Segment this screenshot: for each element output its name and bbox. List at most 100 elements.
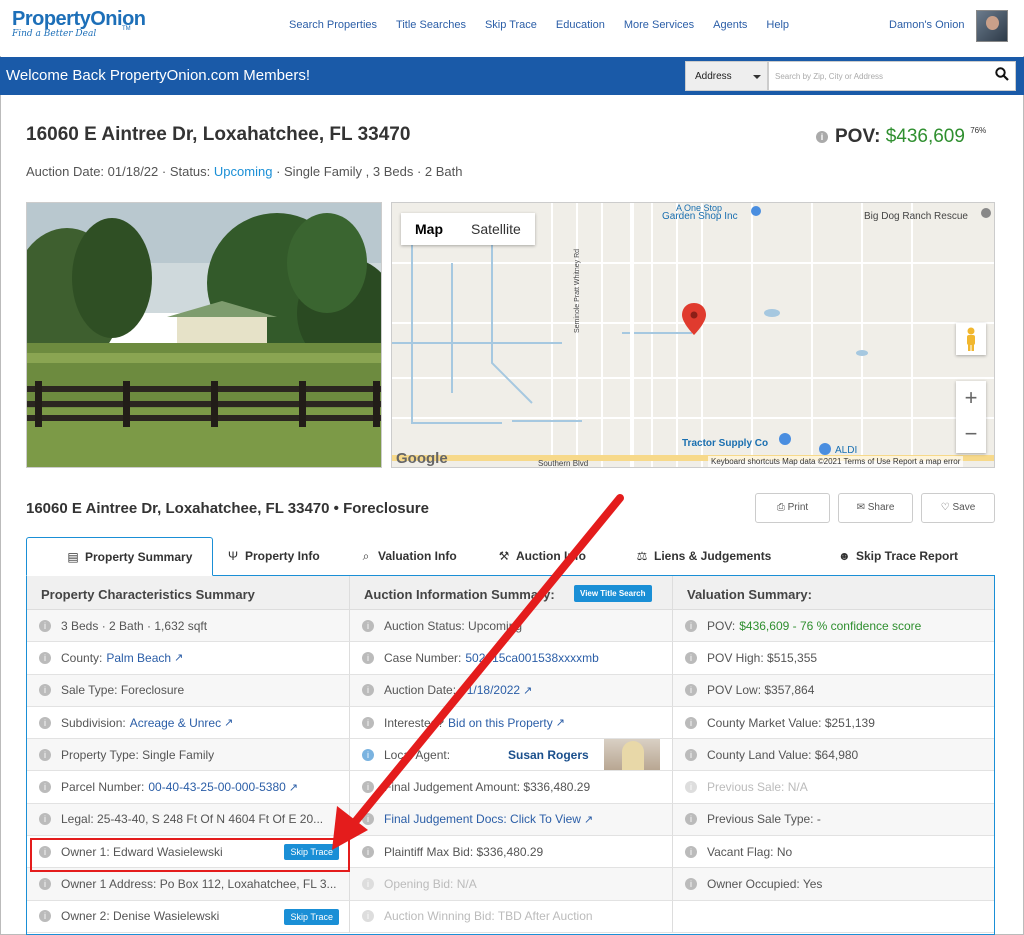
map-label-aldi: ALDI [835, 445, 858, 456]
external-link-icon[interactable]: ↗ [556, 716, 565, 729]
pov-confidence: $436,609 - 76 % confidence score [739, 618, 922, 633]
tab-property-summary[interactable]: ▤ Property Summary [26, 537, 213, 576]
info-icon[interactable]: i [39, 910, 51, 923]
map-label-big-dog: Big Dog Ranch Rescue [864, 211, 968, 222]
nav-title-searches[interactable]: Title Searches [396, 19, 466, 31]
external-link-icon[interactable]: ↗ [224, 716, 233, 729]
nav-search-properties[interactable]: Search Properties [289, 19, 377, 31]
info-icon[interactable]: i [685, 619, 697, 632]
auction-column: Auction Information Summary: View Title S… [350, 576, 673, 933]
property-address: 16060 E Aintree Dr, Loxahatchee, FL 3347… [26, 124, 411, 145]
info-icon[interactable]: i [39, 716, 51, 729]
nav-help[interactable]: Help [766, 19, 789, 31]
info-icon[interactable]: i [362, 748, 374, 761]
characteristics-rows: i3 Beds · 2 Bath · 1,632 sqft i County: Pa… [27, 610, 350, 933]
judgement-docs-link[interactable]: Final Judgement Docs: Click To View [384, 812, 581, 826]
info-icon[interactable]: i [685, 716, 697, 729]
county-link[interactable]: Palm Beach [106, 651, 171, 665]
info-icon[interactable]: i [362, 651, 374, 664]
map-tab-map[interactable]: Map [401, 213, 457, 245]
agent-photo[interactable] [604, 739, 660, 771]
info-icon[interactable]: i [685, 781, 697, 794]
property-photo[interactable] [26, 202, 382, 468]
search-input[interactable]: Search by Zip, City or Address [768, 61, 1016, 91]
info-icon[interactable]: i [39, 748, 51, 761]
list-item: i Final Judgement Amount: $336,480.29 [350, 771, 673, 804]
nav-agents[interactable]: Agents [713, 19, 747, 31]
property-details: · Single Family , 3 Beds · 2 Bath [276, 164, 463, 179]
info-icon[interactable]: i [362, 619, 374, 632]
tab-valuation-info[interactable]: ⌕ Valuation Info [360, 537, 457, 576]
view-title-search-button[interactable]: View Title Search [574, 585, 652, 602]
nav-skip-trace[interactable]: Skip Trace [485, 19, 537, 31]
row-label: POV Low: $357,864 [707, 683, 815, 698]
pegman-icon[interactable] [956, 323, 986, 355]
characteristics-column: Property Characteristics Summary i 3 Beds… [27, 576, 350, 933]
bid-link[interactable]: Bid on this Property [448, 716, 553, 730]
info-icon[interactable]: i [685, 748, 697, 761]
list-item: i Owner 1 Address: Po Box 112, Loxahatche… [27, 868, 350, 901]
search-type-select[interactable]: Address [685, 61, 768, 91]
pov-percent: 76% [970, 126, 987, 135]
zoom-in-button[interactable]: + [956, 381, 986, 417]
info-icon[interactable]: i [362, 878, 374, 891]
info-icon[interactable]: i [362, 910, 374, 923]
info-icon[interactable]: i [39, 781, 51, 794]
info-icon[interactable]: i [816, 130, 828, 143]
skip-trace-button[interactable]: Skip Trace [284, 908, 339, 925]
row-label: County Market Value: $251,139 [707, 715, 875, 730]
external-link-icon[interactable]: ↗ [523, 684, 532, 697]
row-label: Owner 2: Denise Wasielewski [61, 909, 220, 924]
info-icon[interactable]: i [39, 651, 51, 664]
search-icon[interactable] [995, 67, 1009, 81]
property-map[interactable]: Map Satellite A One Stop Garden Shop Inc… [391, 202, 995, 468]
list-item: i Case Number: 502015ca001538xxxxmb [350, 642, 673, 675]
info-icon[interactable]: i [685, 684, 697, 697]
zoom-out-button[interactable]: − [956, 417, 986, 453]
nav-education[interactable]: Education [556, 19, 605, 31]
map-footer[interactable]: Keyboard shortcuts Map data ©2021 Terms … [708, 456, 964, 467]
map-label-seminole-pratt: Seminole Pratt Whitney Rd [574, 248, 581, 333]
info-icon[interactable]: i [685, 845, 697, 858]
case-number-link[interactable]: 502015ca001538xxxxmb [465, 651, 598, 665]
logo-trademark: TM [122, 26, 131, 32]
agent-name[interactable]: Susan Rogers [508, 748, 589, 762]
info-icon[interactable]: i [685, 813, 697, 826]
avatar[interactable] [976, 10, 1008, 42]
info-icon[interactable]: i [39, 813, 51, 826]
tab-auction-info[interactable]: ⚒ Auction Info [498, 537, 586, 576]
tab-skip-trace-report[interactable]: ☻ Skip Trace Report [838, 537, 958, 576]
parcel-link[interactable]: 00-40-43-25-00-000-5380 [148, 780, 285, 794]
info-icon[interactable]: i [362, 781, 374, 794]
print-icon: ⎙ [776, 502, 785, 513]
info-icon[interactable]: i [362, 684, 374, 697]
external-link-icon[interactable]: ↗ [174, 651, 183, 664]
tab-liens-judgements[interactable]: ⚖ Liens & Judgements [636, 537, 772, 576]
info-icon[interactable]: i [685, 878, 697, 891]
list-item: i Vacant Flag: No [673, 836, 994, 869]
save-button[interactable]: ♡ Save [921, 493, 995, 523]
external-link-icon[interactable]: ↗ [584, 813, 593, 826]
info-icon[interactable]: i [362, 813, 374, 826]
print-button[interactable]: ⎙ Print [755, 493, 830, 523]
share-button[interactable]: ✉ Share [838, 493, 913, 523]
logo[interactable]: PropertyOnion Find a Better Deal [12, 8, 146, 39]
user-menu[interactable]: Damon's Onion [889, 19, 964, 31]
info-icon[interactable]: i [39, 684, 51, 697]
scale-icon: ⚖ [636, 549, 648, 563]
subdivision-link[interactable]: Acreage & Unrec [130, 716, 221, 730]
tab-property-info[interactable]: Ψ Property Info [227, 537, 320, 576]
info-icon[interactable]: i [39, 619, 51, 632]
info-icon[interactable]: i [685, 651, 697, 664]
search-type-label: Address [695, 71, 732, 82]
info-icon[interactable]: i [362, 716, 374, 729]
row-label: Opening Bid: N/A [384, 877, 477, 892]
external-link-icon[interactable]: ↗ [289, 781, 298, 794]
info-icon[interactable]: i [39, 878, 51, 891]
map-tab-satellite[interactable]: Satellite [457, 213, 535, 245]
list-item: i Legal: 25-43-40, S 248 Ft Of N 4604 Ft … [27, 803, 350, 837]
row-label: County: [61, 650, 103, 665]
auction-date-link[interactable]: 01/18/2022 [460, 683, 520, 697]
nav-more-services[interactable]: More Services [624, 19, 694, 31]
info-icon[interactable]: i [362, 845, 374, 858]
